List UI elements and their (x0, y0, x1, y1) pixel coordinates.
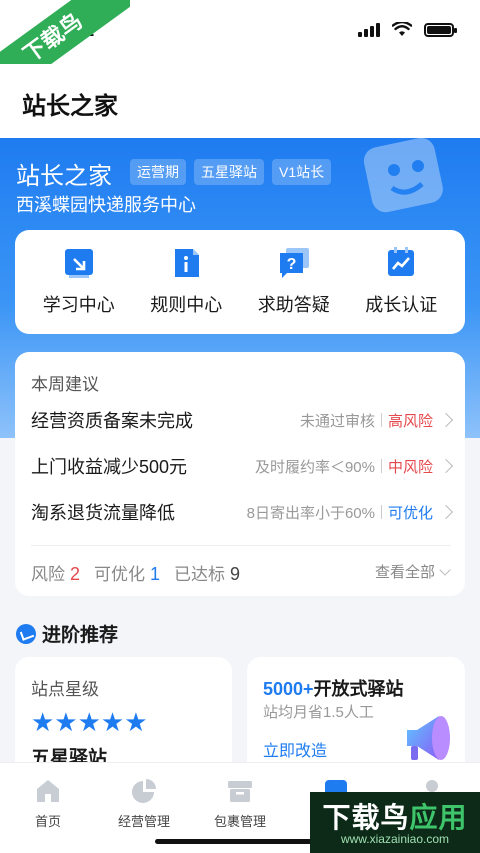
open-station-card[interactable]: 5000+开放式驿站 站均月省1.5人工 立即改造 (247, 657, 465, 777)
chevron-right-icon (438, 458, 454, 474)
watermark-text: 下载鸟应用 (310, 796, 480, 836)
weekly-advice-card: 本周建议 经营资质备案未完成 未通过审核 高风险 上门收益减少500元 及时履约… (15, 352, 465, 596)
divider (380, 413, 382, 427)
status-badge-high-risk: 高风险 (387, 412, 433, 430)
mascot-icon (363, 138, 443, 213)
view-all-button[interactable]: 查看全部 (374, 561, 451, 582)
status-badge-optimize: 可优化 (387, 504, 433, 522)
chevron-right-icon (438, 504, 454, 520)
view-all-label: 查看全部 (374, 564, 435, 581)
summary-risk-count: 2 (70, 564, 81, 584)
page-title: 站长之家 (22, 93, 118, 120)
watermark-text-b: 应用 (409, 802, 468, 833)
advanced-section-header: 进阶推荐 (16, 620, 118, 647)
tab-label: 首页 (34, 814, 61, 829)
advice-item-income[interactable]: 上门收益减少500元 及时履约率＜90% 中风险 (31, 452, 454, 480)
quick-action-growth[interactable]: 成长认证 (351, 247, 451, 317)
summary-optimize-label: 可优化 (94, 565, 146, 584)
advice-item-meta: 及时履约率＜90% (254, 458, 375, 476)
chevron-down-icon (439, 563, 451, 576)
status-time: 9:41 (58, 20, 95, 40)
open-card-title-rest: 开放式驿站 (313, 679, 404, 699)
rules-icon (175, 249, 200, 277)
tab-label: 包裹管理 (213, 814, 266, 829)
open-card-highlight: 5000+ (263, 679, 314, 699)
tag-stage: 运营期 (130, 159, 186, 185)
divider (31, 545, 451, 546)
advice-item-name: 上门收益减少500元 (31, 457, 188, 477)
megaphone-icon (407, 716, 450, 760)
growth-icon (388, 247, 415, 276)
station-name: 西溪蝶园快递服务中心 (16, 195, 196, 215)
package-icon (228, 781, 252, 802)
status-badge-medium-risk: 中风险 (387, 458, 433, 476)
advice-item-name: 经营资质备案未完成 (31, 411, 193, 431)
advice-title: 本周建议 (31, 375, 99, 394)
app-header: 站长之家 (0, 64, 480, 138)
renovate-now-link[interactable]: 立即改造 (263, 737, 327, 761)
quick-actions-card: 学习中心 规则中心 ? 求助答疑 成长认证 (15, 230, 465, 334)
station-star-card[interactable]: 站点星级 ★★★★★ 五星驿站 (15, 657, 232, 777)
tag-star-station: 五星驿站 (194, 159, 264, 185)
advice-summary: 风险 2 可优化 1 已达标 9 (31, 560, 254, 585)
tab-package-management[interactable]: 包裹管理 (195, 777, 285, 830)
tab-home[interactable]: 首页 (3, 777, 93, 830)
tab-label: 经营管理 (117, 814, 170, 829)
home-indicator[interactable] (155, 839, 325, 844)
svg-text:?: ? (286, 256, 296, 273)
open-card-subtitle: 站均月省1.5人工 (263, 704, 374, 721)
tag-owner-level: V1站长 (272, 159, 332, 185)
advice-item-name: 淘系退货流量降低 (31, 503, 175, 523)
open-card-title: 5000+开放式驿站 (263, 675, 404, 701)
advice-item-license[interactable]: 经营资质备案未完成 未通过审核 高风险 (31, 406, 454, 434)
star-rating-icon: ★★★★★ (31, 707, 148, 737)
advanced-icon (16, 623, 36, 644)
quick-action-label: 学习中心 (42, 295, 115, 315)
advice-item-meta: 8日寄出率小于60% (246, 504, 375, 522)
pie-chart-icon (132, 779, 156, 803)
quick-action-rules[interactable]: 规则中心 (136, 247, 236, 317)
watermark-logo: 下载鸟应用 www.xiazainiao.com (310, 792, 480, 853)
summary-pass-label: 已达标 (174, 565, 226, 584)
watermark-text-a: 下载鸟 (322, 802, 410, 833)
cellular-signal-icon (358, 22, 380, 37)
watermark-url: www.xiazainiao.com (340, 832, 450, 846)
divider (380, 505, 382, 519)
quick-action-label: 求助答疑 (257, 295, 330, 315)
battery-icon (424, 22, 457, 37)
learning-icon (64, 249, 93, 278)
divider (380, 459, 382, 473)
status-icons (358, 22, 457, 37)
wifi-icon (392, 22, 412, 36)
advice-item-meta: 未通过审核 (299, 412, 375, 430)
home-icon (37, 780, 59, 802)
section-title: 进阶推荐 (42, 625, 119, 646)
tab-business-management[interactable]: 经营管理 (99, 777, 189, 830)
hero-tags: 运营期 五星驿站 V1站长 (130, 159, 332, 185)
help-icon: ? (279, 248, 309, 278)
status-bar: 9:41 (0, 0, 480, 64)
quick-action-learning[interactable]: 学习中心 (29, 247, 129, 317)
quick-action-help[interactable]: ? 求助答疑 (244, 247, 344, 317)
summary-risk-label: 风险 (31, 565, 65, 584)
star-card-title: 站点星级 (31, 680, 99, 699)
station-owner-name: 站长之家 (16, 163, 112, 190)
chevron-right-icon (438, 412, 454, 428)
quick-action-label: 规则中心 (150, 295, 223, 315)
quick-action-label: 成长认证 (365, 295, 438, 315)
summary-pass-count: 9 (230, 564, 241, 584)
advice-item-return-traffic[interactable]: 淘系退货流量降低 8日寄出率小于60% 可优化 (31, 498, 454, 526)
summary-optimize-count: 1 (150, 564, 161, 584)
